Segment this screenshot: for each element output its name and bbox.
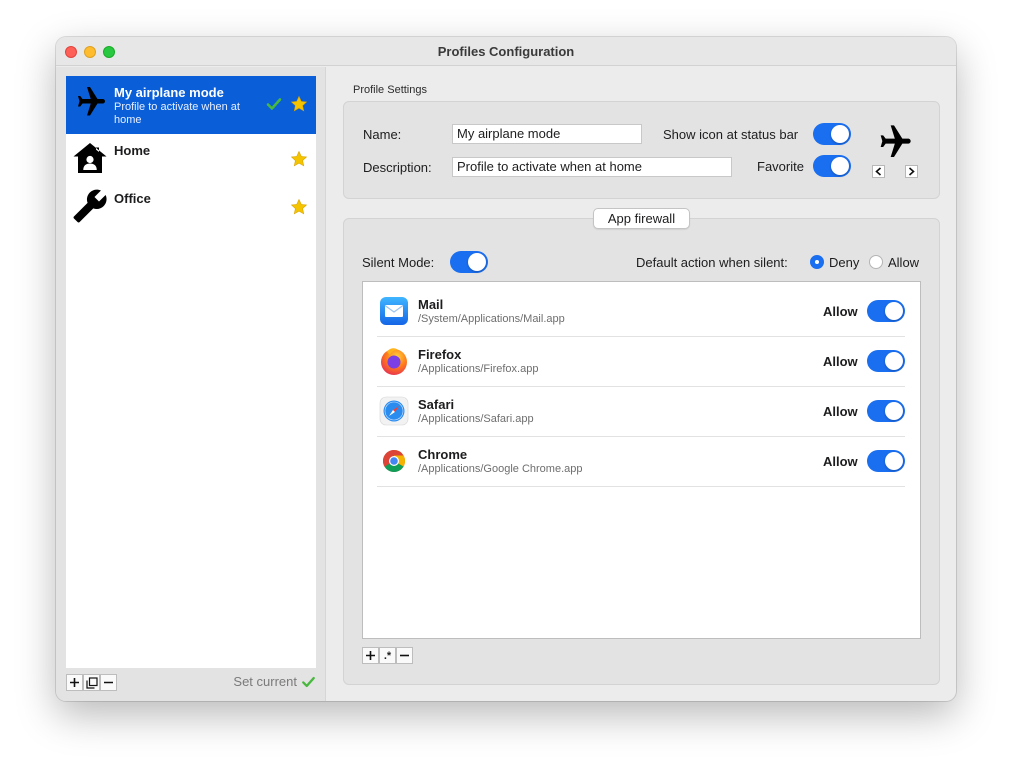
title-bar: Profiles Configuration — [56, 37, 956, 66]
sidebar-footer: Set current — [66, 671, 316, 693]
favorite-label: Favorite — [757, 159, 804, 174]
app-allow-toggle[interactable] — [867, 300, 905, 322]
app-name: Safari — [418, 397, 455, 412]
profile-item-my-airplane-mode[interactable]: My airplane mode Profile to activate whe… — [66, 76, 316, 134]
chevron-left-icon — [875, 167, 882, 176]
app-row-firefox[interactable]: Firefox /Applications/Firefox.app Allow — [377, 337, 905, 387]
window-title: Profiles Configuration — [437, 44, 575, 59]
profile-item-office[interactable]: Office — [66, 182, 316, 230]
wrench-icon — [73, 189, 107, 223]
plus-icon — [366, 651, 375, 660]
set-current-label: Set current — [233, 674, 297, 689]
app-name: Chrome — [418, 447, 468, 462]
profile-list: My airplane mode Profile to activate whe… — [66, 76, 316, 668]
show-icon-toggle[interactable] — [813, 123, 851, 145]
app-allow-toggle[interactable] — [867, 400, 905, 422]
profile-description: Profile to activate when at home — [114, 101, 240, 126]
app-path: /Applications/Google Chrome.app — [418, 463, 583, 475]
minus-icon — [400, 654, 409, 657]
app-list: Mail /System/Applications/Mail.app Allow… — [362, 281, 921, 639]
duplicate-profile-button[interactable] — [83, 674, 100, 691]
mail-app-icon — [380, 297, 408, 325]
app-row-safari[interactable]: Safari /Applications/Safari.app Allow — [377, 387, 905, 437]
chrome-app-icon — [383, 450, 405, 472]
profile-name: Home — [114, 143, 151, 158]
app-allow-toggle[interactable] — [867, 350, 905, 372]
app-path: /System/Applications/Mail.app — [418, 313, 565, 325]
description-field[interactable]: Profile to activate when at home — [452, 157, 732, 177]
app-path: /Applications/Safari.app — [418, 413, 534, 425]
allow-radio[interactable] — [869, 255, 883, 269]
deny-radio[interactable] — [810, 255, 824, 269]
checkmark-icon — [266, 98, 282, 110]
airplane-icon[interactable] — [872, 122, 916, 162]
checkmark-icon — [302, 676, 315, 687]
star-icon[interactable] — [290, 95, 308, 113]
profile-settings-label: Profile Settings — [353, 84, 427, 96]
next-icon-button[interactable] — [905, 165, 918, 178]
app-name: Firefox — [418, 347, 462, 362]
add-regex-button[interactable]: .* — [379, 647, 396, 664]
airplane-icon — [78, 87, 105, 116]
app-action-label: Allow — [823, 304, 858, 319]
silent-mode-toggle[interactable] — [450, 251, 488, 273]
profiles-window: Profiles Configuration My airplane mode … — [56, 37, 956, 701]
app-allow-toggle[interactable] — [867, 450, 905, 472]
app-action-label: Allow — [823, 404, 858, 419]
star-icon[interactable] — [290, 150, 308, 168]
safari-app-icon — [379, 396, 409, 426]
profile-settings-box — [343, 101, 940, 199]
profile-item-home[interactable]: Home — [66, 134, 316, 182]
app-row-mail[interactable]: Mail /System/Applications/Mail.app Allow — [377, 287, 905, 337]
previous-icon-button[interactable] — [872, 165, 885, 178]
favorite-toggle[interactable] — [813, 155, 851, 177]
app-action-label: Allow — [823, 354, 858, 369]
name-label: Name: — [363, 127, 402, 142]
silent-mode-label: Silent Mode: — [362, 255, 435, 270]
app-row-chrome[interactable]: Chrome /Applications/Google Chrome.app A… — [377, 437, 905, 487]
plus-icon — [70, 678, 79, 687]
app-action-label: Allow — [823, 454, 858, 469]
tab-app-firewall[interactable]: App firewall — [593, 208, 690, 229]
add-app-button[interactable] — [362, 647, 379, 664]
app-path: /Applications/Firefox.app — [418, 363, 539, 375]
star-icon[interactable] — [290, 198, 308, 216]
app-name: Mail — [418, 297, 444, 312]
chevron-right-icon — [908, 167, 915, 176]
name-field[interactable]: My airplane mode — [452, 124, 642, 144]
minus-icon — [104, 681, 113, 684]
firefox-app-icon — [381, 348, 407, 375]
default-action-label: Default action when silent: — [636, 255, 788, 270]
deny-label: Deny — [829, 255, 860, 270]
remove-app-button[interactable] — [396, 647, 413, 664]
description-label: Description: — [363, 160, 432, 175]
show-icon-label: Show icon at status bar — [663, 127, 799, 142]
home-icon — [73, 143, 107, 173]
remove-profile-button[interactable] — [100, 674, 117, 691]
profile-name: Office — [114, 191, 151, 206]
allow-label: Allow — [888, 255, 920, 270]
profile-name: My airplane mode — [114, 85, 224, 100]
add-profile-button[interactable] — [66, 674, 83, 691]
duplicate-icon — [85, 676, 98, 689]
set-current-button[interactable]: Set current — [233, 674, 316, 689]
